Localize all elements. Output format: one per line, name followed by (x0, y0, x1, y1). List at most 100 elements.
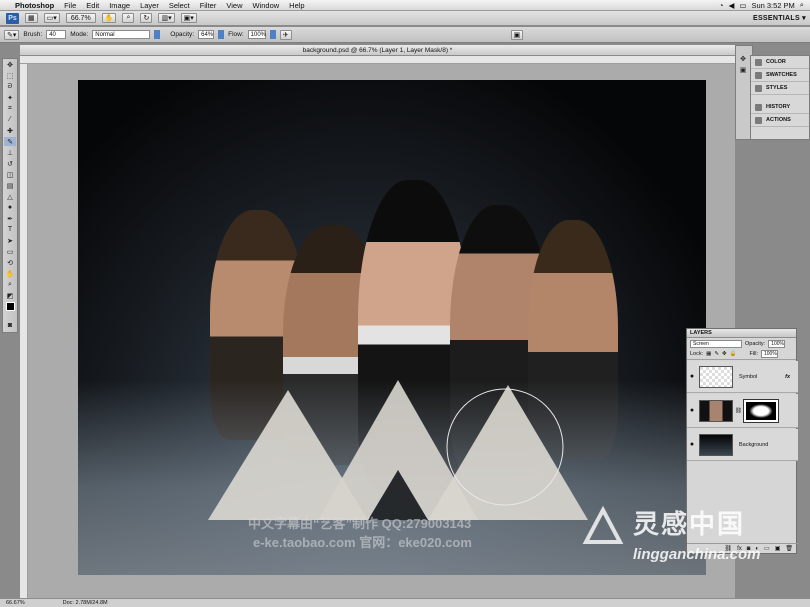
watermark-line1: 中文字幕由“艺客”制作 QQ:279003143 (248, 516, 472, 531)
application-bar: Ps ▦ ▭▾ 66.7% ✋ ⌕ ↻ ▥▾ ▣▾ ESSENTIALS ▾ (0, 11, 810, 26)
layer-row-layer1[interactable]: ● ⛓ (687, 394, 798, 428)
fill-field[interactable]: 100% (761, 350, 778, 358)
layer-name[interactable]: Symbol (739, 374, 757, 380)
hand-tool-icon[interactable]: ✋ (101, 13, 117, 23)
dodge-tool-icon[interactable]: ● (4, 203, 16, 212)
panel-actions[interactable]: ACTIONS (751, 114, 809, 127)
opacity-field[interactable]: 64% (198, 30, 215, 39)
layer-thumbnail (699, 433, 733, 456)
actions-icon (755, 116, 762, 124)
brush-label: Brush: (23, 31, 43, 38)
mode-dropdown-icon[interactable] (154, 30, 161, 39)
clock[interactable]: Sun 3:52 PM (751, 1, 794, 10)
workspace-switcher[interactable]: ESSENTIALS ▾ (753, 14, 806, 22)
blur-tool-icon[interactable]: △ (4, 192, 16, 201)
lock-position-icon[interactable]: ✥ (722, 351, 727, 357)
panel-history[interactable]: HISTORY (751, 101, 809, 114)
airbrush-icon[interactable]: ✈ (279, 29, 292, 40)
brush-tool-icon[interactable]: ✎ (4, 137, 16, 146)
quick-select-tool-icon[interactable]: ✦ (4, 93, 16, 102)
clone-stamp-tool-icon[interactable]: ⊥ (4, 148, 16, 157)
eyedropper-tool-icon[interactable]: ⁄ (4, 115, 16, 124)
rotate-view-icon[interactable]: ↻ (140, 13, 153, 23)
screen-mode-button[interactable]: ▣▾ (180, 13, 197, 23)
quick-mask-icon[interactable]: ◙ (4, 321, 16, 330)
brushes-panel-icon[interactable]: ▣ (510, 29, 524, 40)
mode-select[interactable]: Normal (92, 30, 151, 39)
menu-file[interactable]: File (59, 0, 81, 11)
menu-bar: Photoshop File Edit Image Layer Select F… (0, 0, 810, 11)
lasso-tool-icon[interactable]: ᘐ (4, 82, 16, 91)
volume-icon[interactable]: ◀ (729, 1, 735, 10)
app-menu[interactable]: Photoshop (10, 0, 59, 11)
healing-brush-tool-icon[interactable]: ✚ (4, 126, 16, 135)
brand-url: lingganchina.com (633, 546, 761, 563)
view-extras-button[interactable]: ▭▾ (43, 13, 60, 23)
eraser-tool-icon[interactable]: ◫ (4, 170, 16, 179)
default-colors-icon[interactable]: ◩ (4, 291, 16, 300)
brush-picker[interactable]: 40 (46, 30, 67, 39)
panel-color[interactable]: COLOR (751, 56, 809, 69)
fill-label: Fill: (749, 351, 758, 357)
mode-label: Mode: (70, 31, 89, 38)
pen-tool-icon[interactable]: ✒ (4, 214, 16, 223)
bridge-button[interactable]: ▦ (25, 13, 38, 23)
flow-dropdown-icon[interactable] (269, 30, 276, 39)
blend-mode-select[interactable]: Screen (690, 339, 742, 348)
menu-select[interactable]: Select (164, 0, 195, 11)
menu-view[interactable]: View (221, 0, 247, 11)
history-brush-tool-icon[interactable]: ↺ (4, 159, 16, 168)
visibility-eye-icon[interactable]: ● (687, 373, 697, 380)
arrange-documents-button[interactable]: ▥▾ (158, 13, 175, 23)
menu-edit[interactable]: Edit (81, 0, 104, 11)
panel-swatches[interactable]: SWATCHES (751, 69, 809, 82)
zoom-tool-icon[interactable]: ⌕ (4, 280, 16, 289)
menu-layer[interactable]: Layer (135, 0, 164, 11)
shape-tool-icon[interactable]: ▭ (4, 247, 16, 256)
zoom-tool-icon[interactable]: ⌕ (122, 13, 135, 23)
fx-icon[interactable]: fx (785, 374, 790, 380)
brand-watermark: 灵感中国 lingganchina.com (578, 500, 788, 575)
menu-filter[interactable]: Filter (195, 0, 222, 11)
layer-mask-thumbnail[interactable] (742, 398, 779, 423)
status-zoom[interactable]: 66.67% (6, 600, 25, 606)
wifi-icon[interactable]: ◔ (719, 1, 724, 10)
brush-tool-preset-icon[interactable]: ✎▾ (4, 29, 20, 40)
lock-transparency-icon[interactable]: ▦ (706, 351, 711, 357)
layer-name[interactable]: Background (739, 442, 768, 448)
layers-tab[interactable]: LAYERS (687, 329, 796, 338)
opacity-dropdown-icon[interactable] (218, 30, 225, 39)
crop-tool-icon[interactable]: ⌗ (4, 104, 16, 113)
hand-tool-icon[interactable]: ✋ (4, 269, 16, 278)
menu-window[interactable]: Window (247, 0, 284, 11)
type-tool-icon[interactable]: T (4, 225, 16, 234)
layer-row-background[interactable]: ● Background (687, 429, 798, 461)
dock-tool-icon-2[interactable]: ▣ (737, 65, 749, 74)
status-doc-size[interactable]: Doc: 2.78M/24.8M (63, 600, 108, 606)
path-select-tool-icon[interactable]: ➤ (4, 236, 16, 245)
visibility-eye-icon[interactable]: ● (687, 441, 697, 448)
zoom-level-select[interactable]: 66.7% (65, 13, 96, 23)
gradient-tool-icon[interactable]: ▤ (4, 181, 16, 190)
ruler-horizontal[interactable] (20, 56, 735, 64)
layer-opacity-field[interactable]: 100% (768, 339, 786, 348)
ruler-vertical[interactable] (20, 64, 28, 601)
foreground-color-swatch[interactable] (4, 302, 16, 311)
document-title[interactable]: background.psd @ 66.7% (Layer 1, Layer M… (20, 45, 735, 56)
marquee-tool-icon[interactable]: ⬚ (4, 71, 16, 80)
visibility-eye-icon[interactable]: ● (687, 407, 697, 414)
lock-image-icon[interactable]: ✎ (714, 351, 719, 357)
layer-row-symbol[interactable]: ● Symbol fx (687, 361, 798, 393)
3d-rotate-tool-icon[interactable]: ⟲ (4, 258, 16, 267)
lock-label: Lock: (690, 351, 704, 357)
panel-styles[interactable]: STYLES (751, 82, 809, 95)
menu-image[interactable]: Image (104, 0, 135, 11)
battery-icon[interactable]: ▭ (739, 1, 746, 10)
link-chain-icon[interactable]: ⛓ (735, 408, 742, 414)
lock-all-icon[interactable]: 🔒 (730, 351, 737, 357)
flow-field[interactable]: 100% (247, 30, 266, 39)
menu-help[interactable]: Help (284, 0, 309, 11)
dock-tool-icon-1[interactable]: ✥ (737, 54, 749, 63)
spotlight-icon[interactable]: ⌕ (800, 0, 804, 10)
move-tool-icon[interactable]: ✥ (4, 60, 16, 69)
